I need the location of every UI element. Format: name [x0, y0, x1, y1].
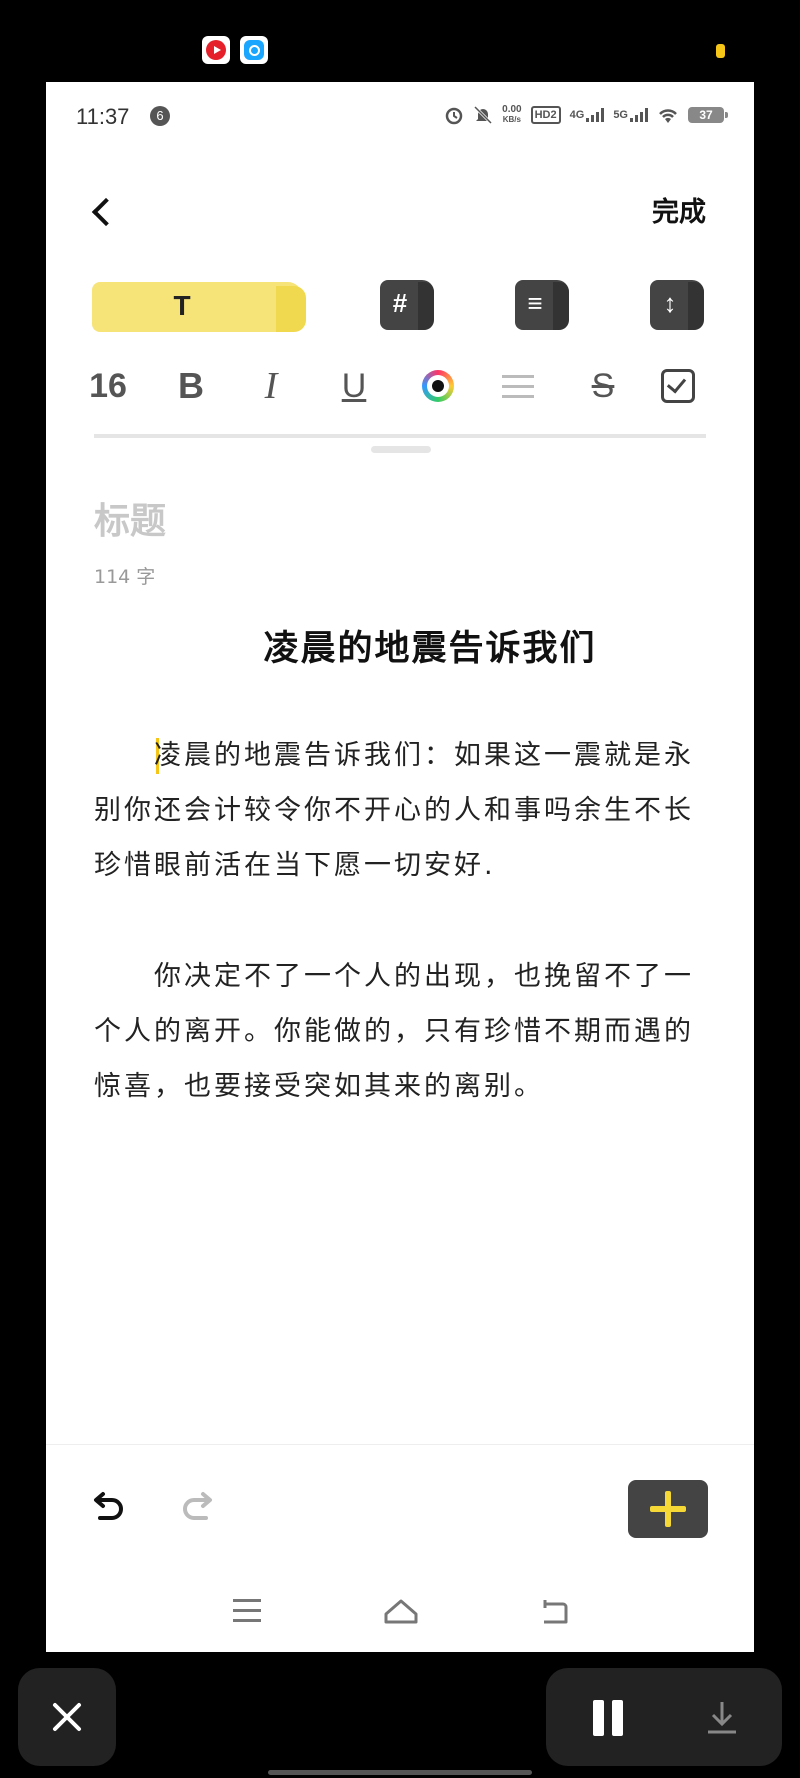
status-time: 11:37	[76, 104, 130, 129]
hashtag-icon: #	[392, 288, 408, 318]
bottom-divider	[46, 1444, 754, 1445]
recording-indicator	[716, 44, 725, 58]
underline-button[interactable]: U	[329, 364, 379, 408]
recording-control-panel	[546, 1668, 782, 1766]
signal-4g-label: 4G	[569, 109, 585, 121]
word-count: 114 字	[94, 566, 156, 588]
signal-4g-icon: 4G	[570, 104, 605, 126]
home-icon	[384, 1599, 418, 1624]
battery-icon: 37	[688, 107, 728, 123]
checkbox-icon	[661, 369, 695, 403]
align-button[interactable]	[498, 364, 538, 408]
strikethrough-button[interactable]: S	[578, 364, 628, 408]
nav-home-button[interactable]	[376, 1592, 426, 1632]
tab-text-mode[interactable]: T	[92, 282, 306, 332]
redo-icon	[183, 1492, 212, 1520]
notification-count-badge: 6	[150, 106, 170, 126]
tab-sort-mode[interactable]: ↕	[650, 280, 704, 330]
download-button[interactable]	[702, 1696, 742, 1738]
network-speed: 0.00 KB/s	[502, 104, 521, 126]
status-bar: 11:37 6 0.00 KB/s HD2 4G 5G 37	[46, 82, 754, 152]
italic-button[interactable]: I	[246, 364, 296, 408]
phone-screen: 11:37 6 0.00 KB/s HD2 4G 5G 37 完成 T # ≡ …	[46, 82, 754, 1652]
browser-app-icon[interactable]	[240, 36, 268, 64]
paragraph[interactable]: 凌晨的地震告诉我们：如果这一震就是永别你还会计较令你不开心的人和事吗余生不长 珍…	[94, 728, 714, 893]
toolbar-divider	[94, 434, 706, 438]
nav-back-button[interactable]	[530, 1592, 580, 1632]
bold-button[interactable]: B	[166, 364, 216, 408]
paragraph[interactable]: 你决定不了一个人的出现，也挽留不了一个人的离开。你能做的，只有珍惜不期而遇的惊喜…	[94, 949, 714, 1114]
mute-bell-icon	[473, 104, 493, 126]
color-wheel-icon	[422, 370, 454, 402]
back-nav-icon	[543, 1600, 568, 1624]
list-icon: ≡	[527, 288, 543, 318]
undo-icon	[94, 1492, 123, 1520]
title-input[interactable]: 标题	[94, 492, 166, 544]
nav-menu-button[interactable]	[222, 1592, 272, 1632]
network-speed-unit: KB/s	[502, 115, 521, 124]
sort-icon: ↕	[663, 288, 677, 318]
back-button[interactable]	[88, 192, 118, 232]
pause-button[interactable]	[590, 1700, 626, 1736]
checkbox-button[interactable]	[658, 364, 698, 408]
download-icon	[708, 1702, 736, 1734]
add-button[interactable]	[628, 1480, 708, 1538]
home-indicator[interactable]	[268, 1770, 532, 1775]
font-size-button[interactable]: 16	[82, 364, 134, 408]
signal-5g-label: 5G	[613, 109, 628, 121]
text-color-button[interactable]	[416, 364, 460, 408]
wifi-icon	[657, 104, 679, 126]
hd-voice-icon: HD2	[530, 106, 561, 124]
undo-button[interactable]	[86, 1486, 130, 1530]
network-speed-value: 0.00	[502, 104, 522, 115]
signal-5g-icon: 5G	[613, 104, 648, 126]
tab-list-mode[interactable]: ≡	[515, 280, 569, 330]
close-overlay-button[interactable]	[18, 1668, 116, 1766]
alarm-icon	[444, 104, 464, 126]
screen-recorder-app-icon[interactable]	[202, 36, 230, 64]
redo-button[interactable]	[176, 1486, 220, 1530]
drag-handle[interactable]	[371, 446, 431, 453]
document-heading[interactable]: 凌晨的地震告诉我们	[46, 620, 754, 671]
tab-hashtag-mode[interactable]: #	[380, 280, 434, 330]
text-mode-label: T	[173, 290, 191, 321]
done-button[interactable]: 完成	[652, 190, 706, 229]
